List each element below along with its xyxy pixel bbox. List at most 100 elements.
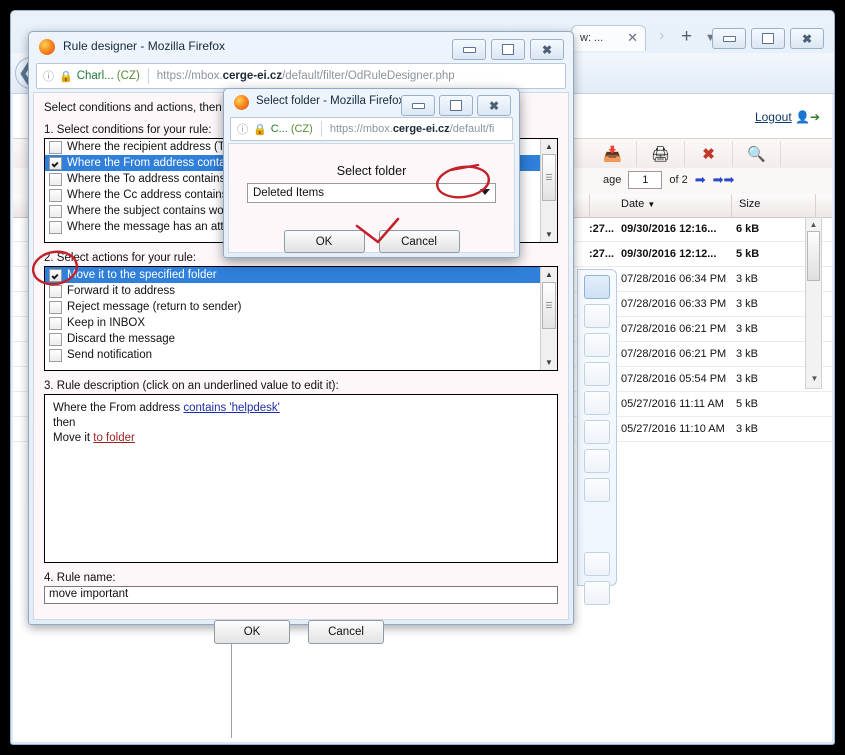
maximize-button[interactable] xyxy=(751,28,785,49)
mail-date-cell: 07/28/2016 06:33 PM xyxy=(621,298,727,310)
tab-close-icon[interactable]: ✕ xyxy=(627,30,638,46)
side-button-panel xyxy=(577,269,617,605)
action-checkbox[interactable] xyxy=(49,316,62,330)
condition-checkbox[interactable] xyxy=(49,188,62,202)
condition-checkbox[interactable] xyxy=(49,156,62,170)
condition-checkbox[interactable] xyxy=(49,140,62,154)
rule-designer-url-bar[interactable]: ⓘ 🔒 Charl... (CZ) https://mbox.cerge-ei.… xyxy=(36,63,566,89)
close-button[interactable]: ✖ xyxy=(477,95,511,116)
move-to-folder-icon[interactable]: 📥 xyxy=(589,141,637,167)
action-item[interactable]: Keep in INBOX xyxy=(45,315,541,331)
side-button[interactable] xyxy=(584,304,610,328)
last-arrow-icon[interactable]: ➡➡ xyxy=(713,172,735,188)
side-button[interactable] xyxy=(584,420,610,444)
folder-select[interactable]: Deleted Items xyxy=(247,183,496,203)
screen: w: ... ✕ › + ▼ ✖ ❮ ☆ 📋 🛡 ⬇ 🏠 xyxy=(0,0,845,755)
url-divider xyxy=(320,121,322,137)
delete-icon[interactable]: ✖ xyxy=(685,141,733,167)
tab-scroll-right-icon[interactable]: › xyxy=(659,27,664,45)
ok-button[interactable]: OK xyxy=(283,230,365,253)
side-button[interactable] xyxy=(584,478,610,502)
mail-list-scrollbar[interactable]: ▲ xyxy=(805,217,822,389)
firefox-icon xyxy=(39,39,55,55)
rule-description-box: Where the From address contains 'helpdes… xyxy=(44,394,558,563)
action-item[interactable]: Discard the message xyxy=(45,331,541,347)
scrollbar-thumb[interactable]: ☰ xyxy=(542,154,556,201)
side-button[interactable] xyxy=(584,362,610,386)
conditions-scrollbar[interactable]: ▲ ☰ ▼ xyxy=(540,139,557,242)
cancel-button[interactable]: Cancel xyxy=(308,620,384,644)
action-checkbox[interactable] xyxy=(49,348,62,362)
close-button[interactable]: ✖ xyxy=(530,39,564,60)
side-button[interactable] xyxy=(584,275,610,299)
scroll-up-icon[interactable]: ▲ xyxy=(806,218,821,231)
actions-listbox[interactable]: Move it to the specified folder Forward i… xyxy=(44,266,558,371)
mail-date-cell: 07/28/2016 05:54 PM xyxy=(621,373,727,385)
print-icon[interactable]: 🖨 xyxy=(637,141,685,167)
action-checkbox[interactable] xyxy=(49,268,62,282)
next-arrow-icon[interactable]: ➡ xyxy=(695,172,706,188)
condition-checkbox[interactable] xyxy=(49,220,62,234)
mail-size-cell: 3 kB xyxy=(736,323,759,335)
page-number-input[interactable]: 1 xyxy=(628,171,663,189)
condition-label: Where the recipient address (To xyxy=(67,141,230,153)
condition-value-link[interactable]: contains 'helpdesk' xyxy=(183,402,279,414)
side-button[interactable] xyxy=(584,391,610,415)
scroll-down-icon[interactable]: ▼ xyxy=(541,227,557,242)
maximize-button[interactable] xyxy=(491,39,525,60)
side-button[interactable] xyxy=(584,581,610,605)
logout-area[interactable]: Logout 👤➔ xyxy=(755,110,820,124)
action-item[interactable]: Send notification xyxy=(45,347,541,363)
actions-scrollbar[interactable]: ▲ ☰ ▼ xyxy=(540,267,557,370)
action-checkbox[interactable] xyxy=(49,284,62,298)
site-identity-country: (CZ) xyxy=(290,123,313,135)
new-tab-button[interactable]: + xyxy=(681,26,692,48)
side-button[interactable] xyxy=(584,449,610,473)
mail-toolbar-buttons: 📥 🖨 ✖ 🔍 xyxy=(589,141,781,167)
action-checkbox[interactable] xyxy=(49,332,62,346)
minimize-button[interactable] xyxy=(712,28,746,49)
action-item[interactable]: Reject message (return to sender) xyxy=(45,299,541,315)
action-checkbox[interactable] xyxy=(49,300,62,314)
search-icon[interactable]: 🔍 xyxy=(733,141,781,167)
info-icon[interactable]: ⓘ xyxy=(237,121,248,137)
maximize-button[interactable] xyxy=(439,95,473,116)
minimize-button[interactable] xyxy=(401,95,435,116)
info-icon[interactable]: ⓘ xyxy=(43,68,54,84)
chevron-down-icon[interactable] xyxy=(480,189,490,195)
cancel-button[interactable]: Cancel xyxy=(378,230,460,253)
select-folder-url-bar[interactable]: ⓘ 🔒 C... (CZ) https://mbox.cerge-ei.cz/d… xyxy=(230,117,513,141)
scroll-up-icon[interactable]: ▲ xyxy=(541,267,557,282)
column-header-size[interactable]: Size xyxy=(739,198,760,210)
condition-checkbox[interactable] xyxy=(49,172,62,186)
rule-name-input[interactable]: move important xyxy=(44,586,558,604)
mail-size-cell: 6 kB xyxy=(736,223,760,235)
scrollbar-thumb[interactable] xyxy=(807,231,820,281)
side-button[interactable] xyxy=(584,552,610,576)
minimize-button[interactable] xyxy=(452,39,486,60)
scroll-down-icon[interactable]: ▼ xyxy=(541,355,557,370)
condition-checkbox[interactable] xyxy=(49,204,62,218)
close-button[interactable]: ✖ xyxy=(790,28,824,49)
rule-designer-titlebar: Rule designer - Mozilla Firefox ✖ xyxy=(29,32,573,62)
scrollbar-thumb[interactable]: ☰ xyxy=(542,282,556,329)
condition-label: Where the From address contain xyxy=(67,157,235,169)
scroll-down-icon[interactable]: ▼ xyxy=(807,374,822,387)
ok-button[interactable]: OK xyxy=(214,620,290,644)
site-identity-country: (CZ) xyxy=(116,70,140,82)
logout-link[interactable]: Logout xyxy=(755,110,792,124)
action-label: Move it to the specified folder xyxy=(67,269,217,281)
browser-tab[interactable]: w: ... ✕ xyxy=(571,25,646,51)
action-item[interactable]: Forward it to address xyxy=(45,283,541,299)
scroll-up-icon[interactable]: ▲ xyxy=(541,139,557,154)
action-item[interactable]: Move it to the specified folder xyxy=(45,267,541,283)
column-header-date[interactable]: Date ▼ xyxy=(621,198,655,210)
mail-size-cell: 3 kB xyxy=(736,348,759,360)
side-button[interactable] xyxy=(584,333,610,357)
description-line-2: then xyxy=(53,417,76,429)
select-folder-title: Select folder - Mozilla Firefox xyxy=(256,95,405,107)
mail-date-cell: 07/28/2016 06:34 PM xyxy=(621,273,727,285)
logout-user-icon: 👤➔ xyxy=(795,110,820,124)
action-label: Forward it to address xyxy=(67,285,176,297)
folder-value-link[interactable]: to folder xyxy=(93,432,135,444)
